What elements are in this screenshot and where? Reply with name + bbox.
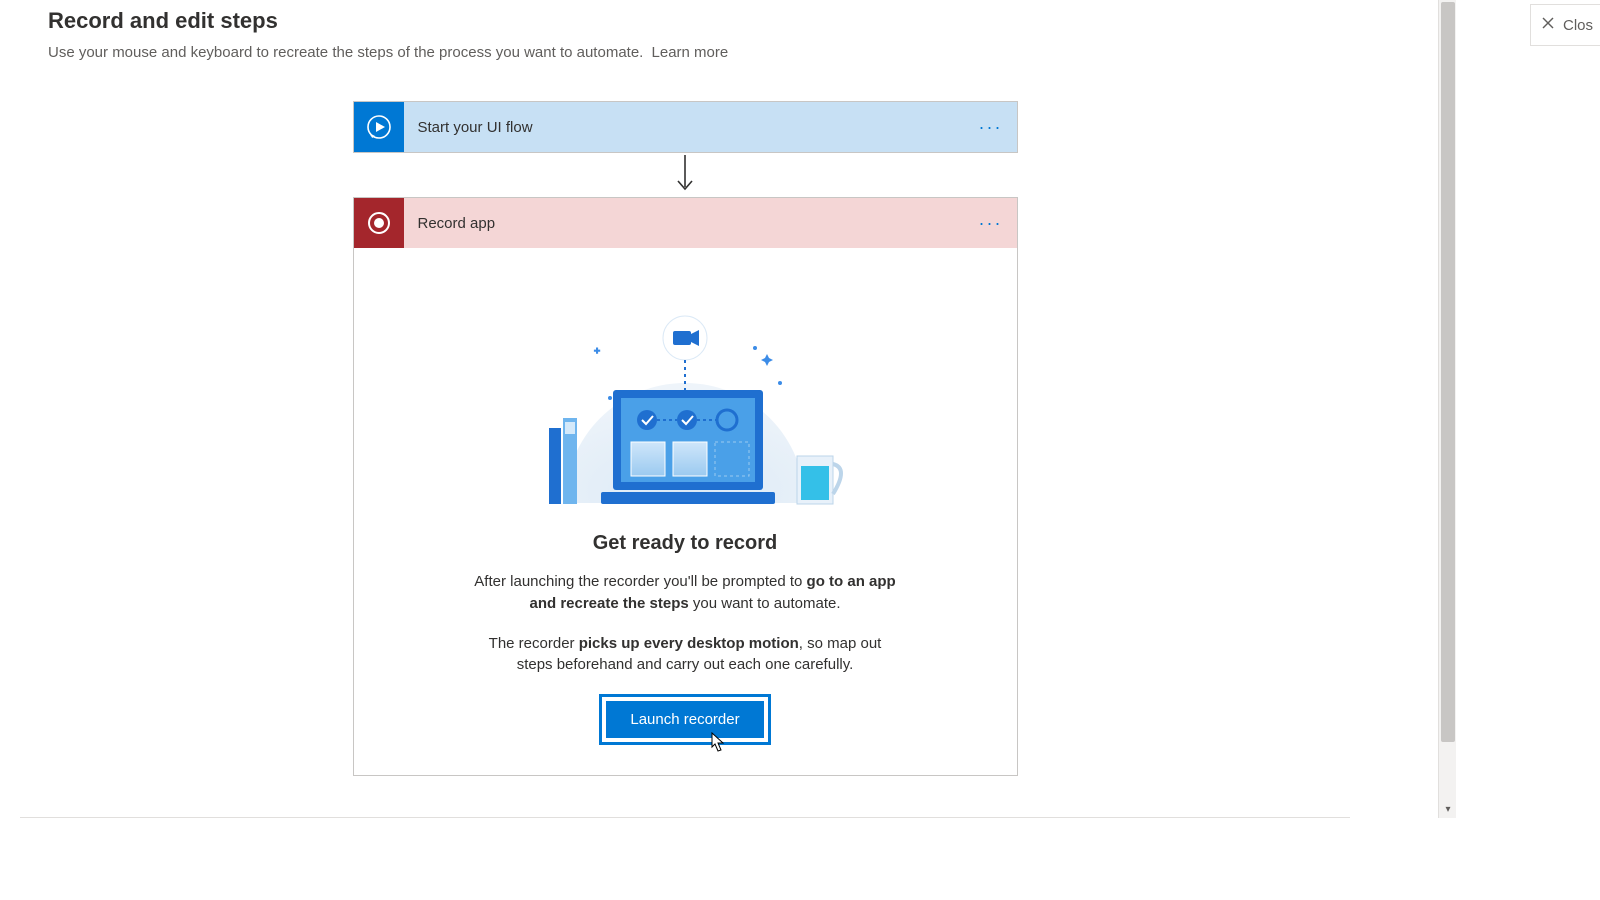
page-subtitle: Use your mouse and keyboard to recreate … [48,44,1322,61]
close-icon [1541,16,1555,34]
main-content: Record and edit steps Use your mouse and… [20,0,1350,818]
subtitle-text: Use your mouse and keyboard to recreate … [48,44,643,61]
step-start-header: Start your UI flow ··· [354,102,1017,152]
step-start-label: Start your UI flow [418,119,533,136]
launch-recorder-focus-ring: Launch recorder [599,694,770,745]
record-icon [354,198,404,248]
vertical-scrollbar[interactable]: ▾ [1438,0,1456,818]
close-button[interactable]: Clos [1530,4,1600,46]
play-flow-icon [354,102,404,152]
record-paragraph-2: The recorder picks up every desktop moti… [470,633,900,677]
learn-more-link[interactable]: Learn more [652,44,729,61]
record-heading: Get ready to record [394,532,977,555]
step-record-header[interactable]: Record app ··· [354,198,1017,248]
step-record-app: Record app ··· [353,197,1018,776]
scrollbar-thumb[interactable] [1441,2,1455,742]
flow-area: Start your UI flow ··· Record app [48,101,1322,776]
step-start-more-button[interactable]: ··· [979,118,1003,136]
step-record-label: Record app [418,215,496,232]
step-record-more-button[interactable]: ··· [979,214,1003,232]
recorder-illustration [505,288,865,508]
record-paragraph-1: After launching the recorder you'll be p… [470,571,900,615]
page-title: Record and edit steps [48,8,1322,34]
record-body: Get ready to record After launching the … [354,248,1017,775]
close-label: Clos [1563,17,1593,34]
step-start-flow[interactable]: Start your UI flow ··· [353,101,1018,153]
flow-arrow-icon [675,153,695,197]
scrollbar-down-arrow-icon[interactable]: ▾ [1439,800,1457,818]
content-divider [20,817,1350,818]
launch-recorder-button[interactable]: Launch recorder [606,701,763,738]
